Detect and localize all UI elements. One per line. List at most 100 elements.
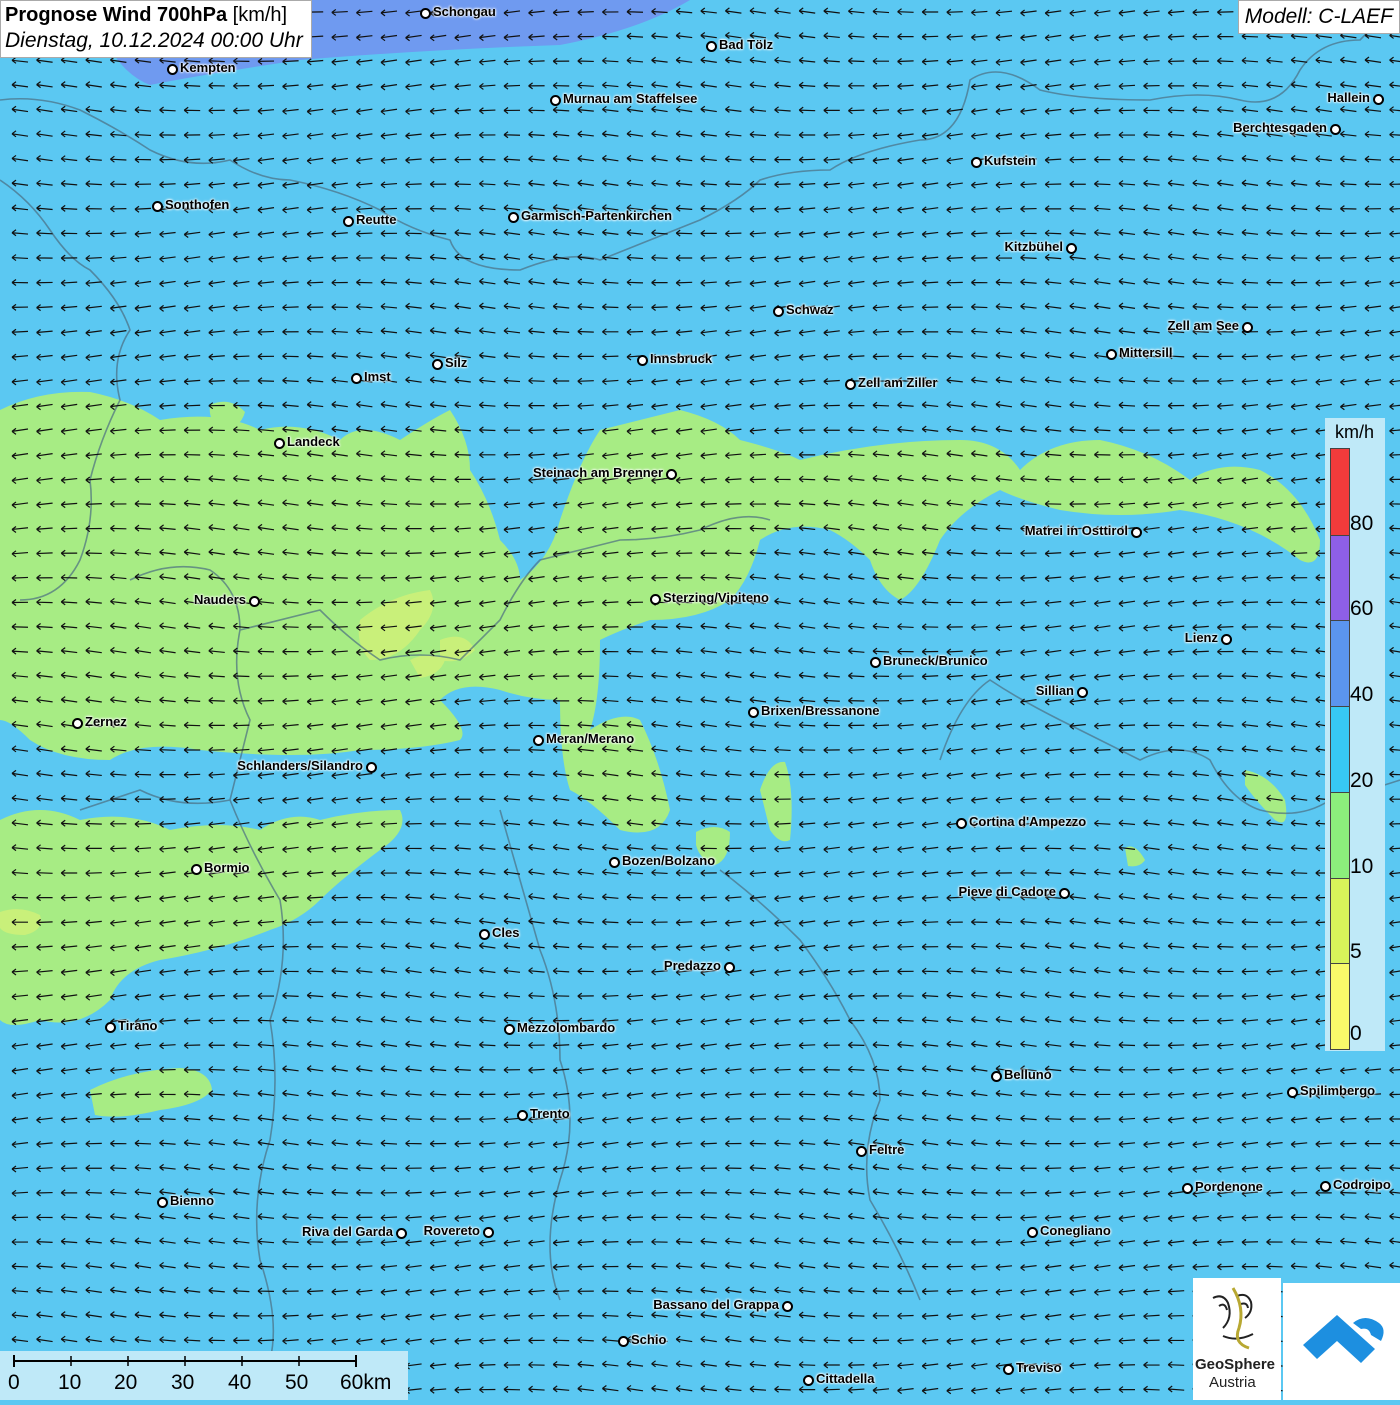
city-name: Trento (530, 1106, 570, 1121)
city-name: Cortina d'Ampezzo (969, 814, 1087, 829)
legend-swatch (1331, 791, 1349, 879)
city-name: Kitzbühel (1004, 239, 1064, 254)
city-dot (504, 1024, 515, 1035)
city-name: Schio (631, 1332, 667, 1347)
map-title: Prognose Wind 700hPa [km/h] (5, 4, 303, 27)
legend-tick-label: 60 (1350, 597, 1374, 621)
geosphere-logo-mark (1212, 1287, 1254, 1350)
legend-swatch (1331, 449, 1349, 536)
city-dot (1106, 349, 1117, 360)
city-dot (870, 657, 881, 668)
city-dot (724, 962, 735, 973)
city-name: Schlanders/Silandro (237, 758, 363, 773)
city-dot (1131, 527, 1142, 538)
legend-tick-label: 5 (1350, 940, 1362, 964)
city-name: Conegliano (1040, 1223, 1111, 1238)
city-dot (105, 1022, 116, 1033)
legend-unit: km/h (1335, 422, 1375, 442)
app-logo (1283, 1283, 1400, 1400)
city-dot (351, 373, 362, 384)
city-name: Zell am See (1167, 318, 1239, 333)
city-dot (1059, 888, 1070, 899)
city-dot (609, 857, 620, 868)
city-dot (845, 379, 856, 390)
city-name: Riva del Garda (301, 1224, 393, 1239)
city-name: Cittadella (816, 1371, 875, 1386)
city-dot (618, 1336, 629, 1347)
scale-label: 60km (340, 1371, 392, 1394)
city-dot (479, 929, 490, 940)
city-dot (533, 735, 544, 746)
city-dot (432, 359, 443, 370)
color-legend: km/h 0 5 10 20 40 60 80 (1325, 418, 1385, 1051)
map-title-main: Prognose Wind 700hPa (5, 4, 228, 26)
city-name: Spilimbergo (1300, 1083, 1376, 1098)
scale-label: 50 (285, 1371, 309, 1394)
city-dot (274, 438, 285, 449)
city-name: Landeck (287, 434, 340, 449)
city-name: Silz (445, 355, 468, 370)
city-name: Steinach am Brenner (532, 465, 663, 480)
scale-label: 40 (228, 1371, 252, 1394)
city-name: Cles (492, 925, 520, 940)
scale-label: 10 (58, 1371, 82, 1394)
city-name: Mittersill (1119, 345, 1173, 360)
city-dot (782, 1301, 793, 1312)
city-name: Bad Tölz (719, 37, 774, 52)
geosphere-country: Austria (1209, 1374, 1256, 1391)
city-dot (550, 95, 561, 106)
city-name: Bormio (204, 860, 250, 875)
city-name: Treviso (1016, 1360, 1062, 1375)
city-name: Sillian (1035, 683, 1074, 698)
scale-bar: 0 10 20 30 40 50 60km (0, 1351, 408, 1400)
city-name: Kufstein (984, 153, 1036, 168)
city-name: Reutte (356, 212, 397, 227)
city-dot (856, 1146, 867, 1157)
city-name: Meran/Merano (546, 731, 635, 746)
city-name: Imst (364, 369, 391, 384)
city-name: Kempten (180, 60, 236, 75)
legend-tick-label: 10 (1350, 854, 1374, 878)
city-dot (1077, 687, 1088, 698)
city-dot (152, 201, 163, 212)
city-dot (1003, 1364, 1014, 1375)
city-name: Mezzolombardo (517, 1020, 616, 1035)
city-name: Hallein (1327, 90, 1370, 105)
city-name: Matrei in Osttirol (1024, 523, 1128, 538)
legend-swatch (1331, 620, 1349, 708)
city-name: Belluno (1004, 1067, 1052, 1082)
city-dot (249, 596, 260, 607)
city-dot (517, 1110, 528, 1121)
scale-label: 20 (114, 1371, 138, 1394)
city-name: Pieve di Cadore (958, 884, 1056, 899)
city-dot (1066, 243, 1077, 254)
city-dot (956, 818, 967, 829)
scale-label: 30 (171, 1371, 195, 1394)
city-name: Zernez (85, 714, 127, 729)
city-name: Predazzo (663, 958, 721, 973)
app-logo-mark (1303, 1315, 1384, 1363)
city-name: Sterzing/Vipiteno (663, 590, 769, 605)
city-dot (1320, 1181, 1331, 1192)
scale-label: 0 (8, 1371, 20, 1394)
city-dot (991, 1071, 1002, 1082)
city-name: Zell am Ziller (858, 375, 938, 390)
legend-swatch (1331, 706, 1349, 793)
legend-swatch (1331, 963, 1349, 1049)
city-name: Innsbruck (650, 351, 713, 366)
city-name: Bozen/Bolzano (622, 853, 716, 868)
city-dot (1242, 322, 1253, 333)
map-title-box: Prognose Wind 700hPa [km/h] Dienstag, 10… (0, 0, 312, 58)
city-dot (1221, 634, 1232, 645)
city-dot (1373, 94, 1384, 105)
map-title-unit: [km/h] (232, 4, 288, 26)
city-name: Codroipo (1333, 1177, 1391, 1192)
city-dot (650, 594, 661, 605)
city-dot (167, 64, 178, 75)
city-dot (803, 1375, 814, 1386)
city-name: Lienz (1184, 630, 1218, 645)
city-name: Bassano del Grappa (653, 1297, 779, 1312)
legend-tick-label: 80 (1350, 511, 1374, 535)
city-dot (157, 1197, 168, 1208)
city-dot (1287, 1087, 1298, 1098)
